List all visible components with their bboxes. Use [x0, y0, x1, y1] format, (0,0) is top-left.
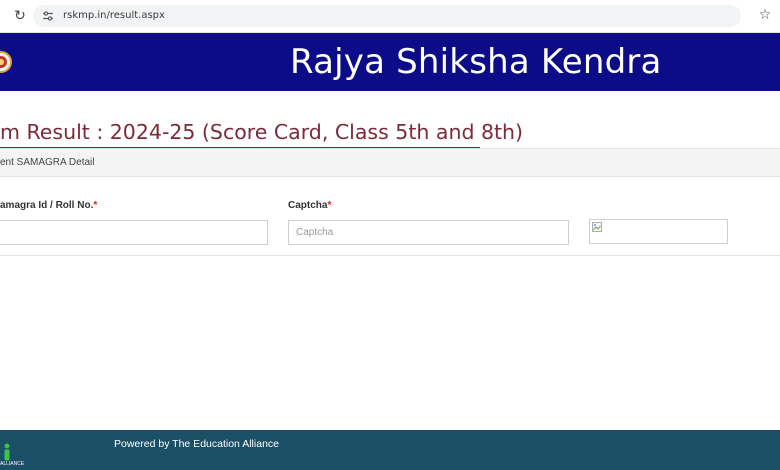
- browser-toolbar: ↻ rskmp.in/result.aspx ☆: [0, 0, 780, 33]
- required-mark: *: [93, 200, 98, 211]
- page-heading: m Result : 2024-25 (Score Card, Class 5t…: [0, 120, 524, 144]
- powered-by-text: Powered by The Education Alliance: [114, 438, 279, 450]
- broken-image-icon: [592, 222, 602, 232]
- captcha-label-text: Captcha: [288, 200, 328, 211]
- bookmark-star-icon[interactable]: ☆: [757, 7, 773, 23]
- samagra-id-input[interactable]: [0, 220, 268, 245]
- samagra-label-text: amagra Id / Roll No.: [0, 200, 94, 211]
- captcha-image: [589, 219, 728, 244]
- education-alliance-logo-icon: [4, 443, 10, 461]
- site-footer: ALLIANCE Powered by The Education Allian…: [0, 430, 780, 470]
- required-mark: *: [327, 200, 332, 211]
- panel-divider: [0, 255, 780, 256]
- site-settings-icon[interactable]: [42, 10, 54, 22]
- site-title: Rajya Shiksha Kendra: [290, 42, 662, 82]
- reload-icon[interactable]: ↻: [12, 8, 28, 24]
- panel-title: ent SAMAGRA Detail: [0, 157, 95, 168]
- url-text[interactable]: rskmp.in/result.aspx: [63, 9, 165, 23]
- footer-logo-caption: ALLIANCE: [0, 461, 25, 467]
- site-header: Rajya Shiksha Kendra: [0, 33, 780, 91]
- page: ↻ rskmp.in/result.aspx ☆ Rajya Shiksha K…: [0, 0, 780, 470]
- captcha-label: Captcha*: [288, 200, 331, 212]
- panel-header: ent SAMAGRA Detail: [0, 148, 780, 177]
- address-bar[interactable]: rskmp.in/result.aspx: [33, 5, 741, 27]
- captcha-input[interactable]: [288, 220, 569, 245]
- samagra-label: amagra Id / Roll No.*: [0, 200, 97, 212]
- emblem-logo-icon: [0, 51, 12, 73]
